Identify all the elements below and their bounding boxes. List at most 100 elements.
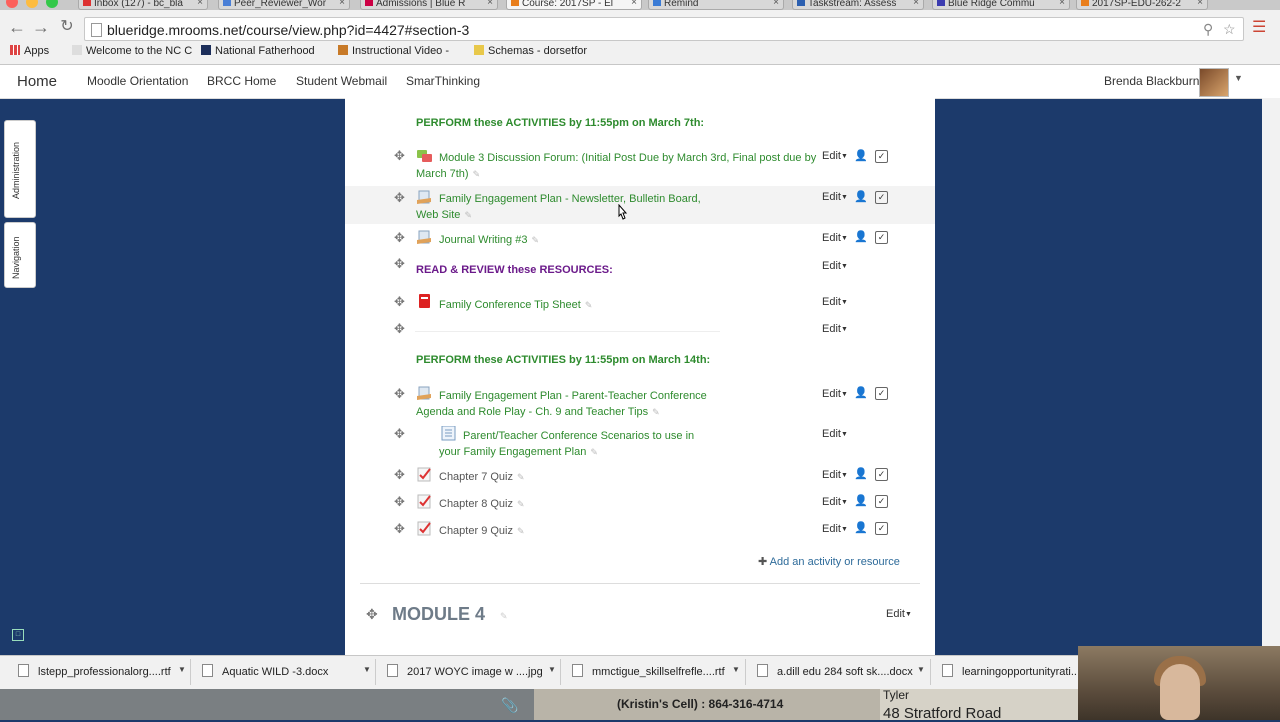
page-scrollbar[interactable]	[1262, 98, 1280, 655]
activity-link-forum[interactable]: Module 3 Discussion Forum: (Initial Post…	[439, 150, 829, 166]
edit-menu-button[interactable]: Edit▼	[822, 496, 848, 508]
reload-button[interactable]: ↻	[58, 18, 76, 36]
activity-link-fep-newsletter-line2[interactable]: Web Site ✎	[416, 207, 472, 223]
forward-button[interactable]: →	[32, 18, 50, 36]
chevron-down-icon[interactable]: ▼	[732, 665, 740, 674]
nav-link-moodle-orientation[interactable]: Moodle Orientation	[87, 74, 188, 88]
address-bar[interactable]: blueridge.mrooms.net/course/view.php?id=…	[84, 17, 1244, 41]
activity-link-quiz8[interactable]: Chapter 8 Quiz ✎	[439, 496, 525, 512]
browser-menu-icon[interactable]: ☰	[1252, 18, 1266, 38]
edit-menu-button[interactable]: Edit▼	[822, 260, 848, 272]
download-item[interactable]: a.dill edu 284 soft sk....docx ▼	[745, 659, 925, 685]
move-icon[interactable]: ✥	[394, 494, 405, 510]
move-icon[interactable]: ✥	[394, 256, 405, 272]
edit-menu-button[interactable]: Edit▼	[822, 428, 848, 440]
resource-link-scenarios[interactable]: Parent/Teacher Conference Scenarios to u…	[463, 428, 694, 444]
assign-roles-icon[interactable]: 👤	[854, 230, 868, 243]
edit-title-pencil-icon[interactable]: ✎	[652, 407, 660, 417]
edit-title-pencil-icon[interactable]: ✎	[590, 447, 598, 457]
chevron-down-icon[interactable]: ▼	[548, 665, 556, 674]
move-icon[interactable]: ✥	[394, 521, 405, 537]
completion-checkbox[interactable]: ✓	[875, 387, 888, 400]
dock-toggle-icon[interactable]: □	[12, 629, 24, 641]
move-icon[interactable]: ✥	[394, 230, 405, 246]
edit-menu-button[interactable]: Edit▼	[822, 296, 848, 308]
edit-menu-button[interactable]: Edit▼	[822, 232, 848, 244]
edit-title-pencil-icon[interactable]: ✎	[500, 611, 508, 622]
move-icon[interactable]: ✥	[394, 294, 405, 310]
assign-roles-icon[interactable]: 👤	[854, 149, 868, 162]
edit-menu-button[interactable]: Edit▼	[822, 150, 848, 162]
edit-title-pencil-icon[interactable]: ✎	[517, 526, 525, 536]
bookmark-apps[interactable]: Apps	[10, 45, 49, 57]
edit-title-pencil-icon[interactable]: ✎	[473, 169, 481, 179]
tab-close-icon[interactable]: ×	[1197, 0, 1203, 8]
chevron-down-icon[interactable]: ▼	[1234, 73, 1243, 83]
tab-close-icon[interactable]: ×	[339, 0, 345, 8]
move-icon[interactable]: ✥	[366, 606, 378, 623]
window-zoom-button[interactable]	[46, 0, 58, 8]
browser-tab-active[interactable]: Course: 2017SP - El ×	[506, 0, 642, 10]
tab-close-icon[interactable]: ×	[773, 0, 779, 8]
administration-block-tab[interactable]: Administration	[4, 120, 36, 218]
move-icon[interactable]: ✥	[394, 321, 405, 337]
section-title-module4[interactable]: MODULE 4	[392, 604, 485, 625]
completion-checkbox[interactable]: ✓	[875, 468, 888, 481]
download-item[interactable]: mmctigue_skillselfrefle....rtf ▼	[560, 659, 740, 685]
chevron-down-icon[interactable]: ▼	[178, 665, 186, 674]
edit-menu-button[interactable]: Edit▼	[822, 388, 848, 400]
assign-roles-icon[interactable]: 👤	[854, 494, 868, 507]
edit-title-pencil-icon[interactable]: ✎	[531, 235, 539, 245]
edit-menu-button[interactable]: Edit▼	[822, 191, 848, 203]
bookmark-item[interactable]: Instructional Video -	[338, 45, 449, 57]
activity-link-quiz9[interactable]: Chapter 9 Quiz ✎	[439, 523, 525, 539]
browser-tab[interactable]: 2017SP-EDU-262-2 ×	[1076, 0, 1208, 10]
tab-close-icon[interactable]: ×	[197, 0, 203, 8]
chevron-down-icon[interactable]: ▼	[917, 665, 925, 674]
completion-checkbox[interactable]: ✓	[875, 522, 888, 535]
edit-menu-button[interactable]: Edit▼	[822, 523, 848, 535]
browser-tab[interactable]: Admissions | Blue R ×	[360, 0, 498, 10]
edit-title-pencil-icon[interactable]: ✎	[585, 300, 593, 310]
bookmark-item[interactable]: Welcome to the NC C	[72, 45, 192, 57]
edit-menu-button[interactable]: Edit▼	[822, 323, 848, 335]
bookmark-star-icon[interactable]: ☆	[1223, 21, 1236, 38]
completion-checkbox[interactable]: ✓	[875, 150, 888, 163]
nav-link-smarthinking[interactable]: SmarThinking	[406, 74, 480, 88]
download-item[interactable]: 2017 WOYC image w ....jpg ▼	[375, 659, 556, 685]
edit-title-pencil-icon[interactable]: ✎	[464, 210, 472, 220]
activity-link-journal[interactable]: Journal Writing #3 ✎	[439, 232, 539, 248]
tab-close-icon[interactable]: ×	[487, 0, 493, 8]
window-close-button[interactable]	[6, 0, 18, 8]
section-edit-menu-button[interactable]: Edit▼	[886, 608, 912, 620]
edit-title-pencil-icon[interactable]: ✎	[517, 499, 525, 509]
activity-link-quiz7[interactable]: Chapter 7 Quiz ✎	[439, 469, 525, 485]
assign-roles-icon[interactable]: 👤	[854, 521, 868, 534]
browser-tab[interactable]: Remind ×	[648, 0, 784, 10]
navigation-block-tab[interactable]: Navigation	[4, 222, 36, 288]
bookmark-item[interactable]: National Fatherhood	[201, 45, 315, 57]
search-icon[interactable]: ⚲	[1203, 21, 1213, 38]
download-item[interactable]: learningopportunityrati...	[930, 659, 1080, 685]
completion-checkbox[interactable]: ✓	[875, 495, 888, 508]
assign-roles-icon[interactable]: 👤	[854, 190, 868, 203]
tab-close-icon[interactable]: ×	[1059, 0, 1065, 8]
move-icon[interactable]: ✥	[394, 467, 405, 483]
download-item[interactable]: lstepp_professionalorg....rtf ▼	[18, 664, 186, 684]
nav-link-student-webmail[interactable]: Student Webmail	[296, 74, 387, 88]
activity-link-fep-conference[interactable]: Family Engagement Plan - Parent-Teacher …	[439, 388, 707, 404]
assign-roles-icon[interactable]: 👤	[854, 386, 868, 399]
window-minimize-button[interactable]	[26, 0, 38, 8]
move-icon[interactable]: ✥	[394, 148, 405, 164]
browser-tab[interactable]: Inbox (127) - bc_bla ×	[78, 0, 208, 10]
back-button[interactable]: ←	[8, 18, 26, 36]
browser-tab[interactable]: Taskstream: Assess ×	[792, 0, 924, 10]
browser-tab[interactable]: Peer_Reviewer_Wor ×	[218, 0, 350, 10]
activity-link-fep-conference-line2[interactable]: Agenda and Role Play - Ch. 9 and Teacher…	[416, 404, 660, 420]
move-icon[interactable]: ✥	[394, 426, 405, 442]
edit-menu-button[interactable]: Edit▼	[822, 469, 848, 481]
resource-link-tip-sheet[interactable]: Family Conference Tip Sheet ✎	[439, 297, 592, 313]
nav-link-brcc-home[interactable]: BRCC Home	[207, 74, 276, 88]
move-icon[interactable]: ✥	[394, 190, 405, 206]
resource-link-scenarios-line2[interactable]: your Family Engagement Plan ✎	[439, 444, 598, 460]
